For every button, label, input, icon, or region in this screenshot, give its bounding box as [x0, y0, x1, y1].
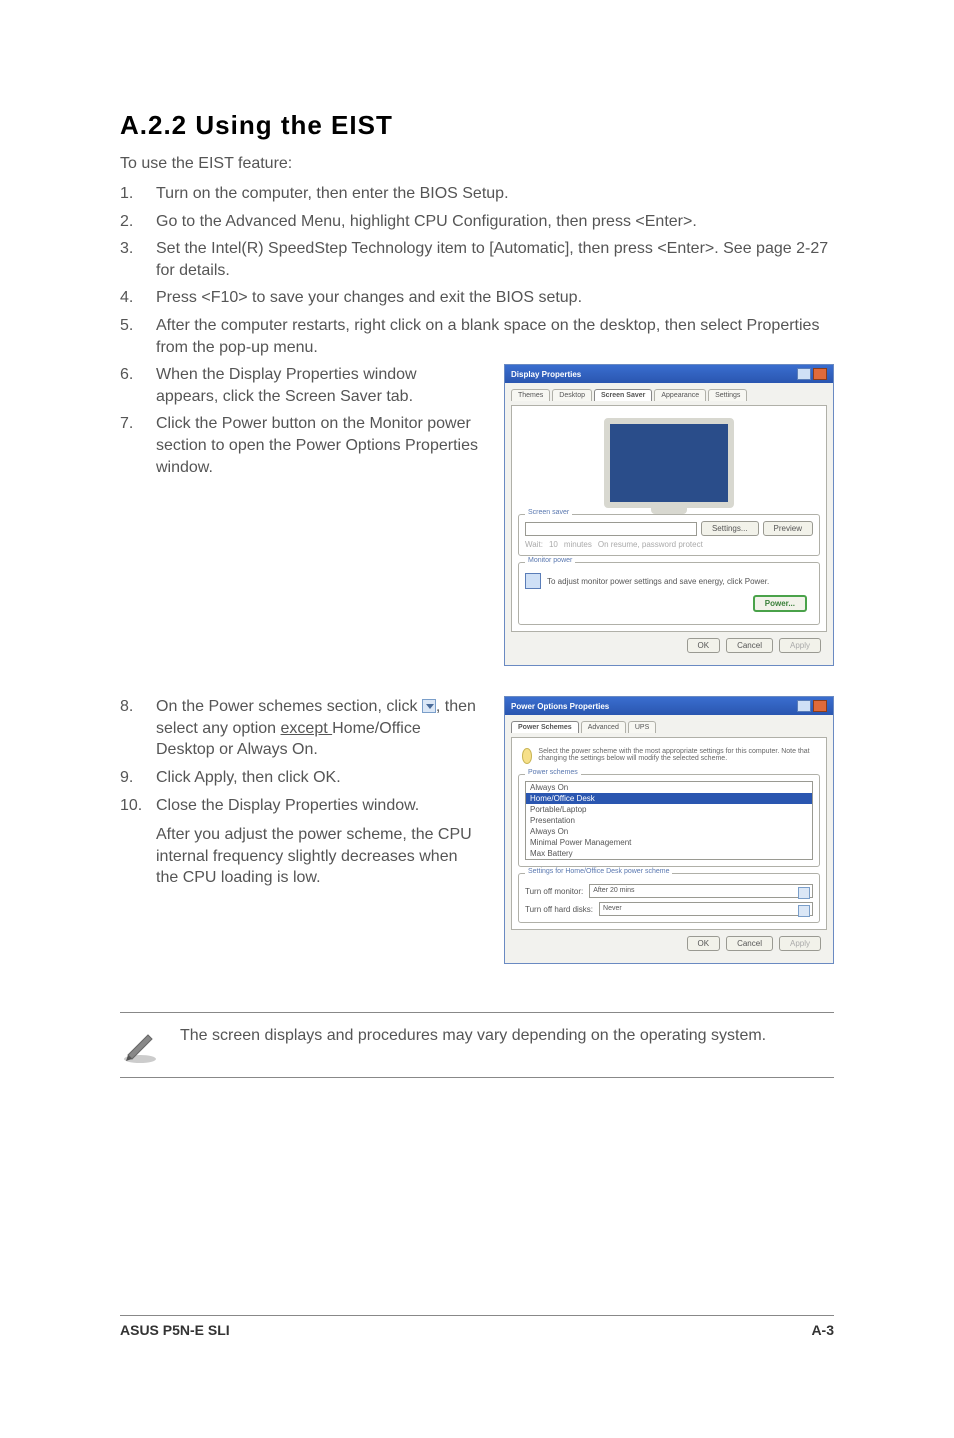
step-item: 4.Press <F10> to save your changes and e…	[120, 287, 834, 309]
monitor-preview	[604, 418, 734, 508]
pencil-icon	[120, 1025, 160, 1065]
screensaver-group-label: Screen saver	[525, 509, 572, 516]
steps-top: 1.Turn on the computer, then enter the B…	[120, 183, 834, 358]
dialog-title: Display Properties	[511, 370, 581, 379]
footer-product: ASUS P5N-E SLI	[120, 1322, 230, 1338]
step-item: 8.On the Power schemes section, click , …	[120, 696, 480, 761]
ok-button[interactable]: OK	[687, 638, 721, 653]
tab-power-schemes[interactable]: Power Schemes	[511, 721, 579, 733]
monitor-icon	[525, 573, 541, 589]
intro-text: To use the EIST feature:	[120, 155, 834, 173]
cancel-button[interactable]: Cancel	[726, 638, 773, 653]
scheme-option[interactable]: Always On	[526, 826, 812, 837]
turn-off-monitor-label: Turn off monitor:	[525, 887, 583, 896]
tab-ups[interactable]: UPS	[628, 721, 656, 733]
tab-advanced[interactable]: Advanced	[581, 721, 626, 733]
step-item: 6.When the Display Properties window app…	[120, 364, 480, 407]
power-options-dialog: Power Options Properties Power SchemesAd…	[504, 696, 834, 964]
turn-off-hd-select[interactable]: Never	[599, 902, 813, 916]
note-text: The screen displays and procedures may v…	[180, 1025, 766, 1047]
help-icon[interactable]	[797, 700, 811, 712]
tab-desktop[interactable]: Desktop	[552, 389, 592, 401]
scheme-option[interactable]: Minimal Power Management	[526, 837, 812, 848]
monitor-power-text: To adjust monitor power settings and sav…	[547, 577, 769, 586]
step-item: 10.Close the Display Properties window.	[120, 795, 480, 817]
settings-button[interactable]: Settings...	[701, 521, 759, 536]
wait-value: 10	[549, 540, 558, 549]
dropdown-icon	[422, 699, 436, 713]
close-icon[interactable]	[813, 700, 827, 712]
scheme-option[interactable]: Always On	[526, 782, 812, 793]
after-adjust-note: After you adjust the power scheme, the C…	[156, 824, 480, 889]
power-schemes-group-label: Power schemes	[525, 769, 581, 776]
power-scheme-select[interactable]: Always OnHome/Office DeskPortable/Laptop…	[525, 781, 813, 860]
turn-off-monitor-select[interactable]: After 20 mins	[589, 884, 813, 898]
tab-themes[interactable]: Themes	[511, 389, 550, 401]
dialog-tabs: Power SchemesAdvancedUPS	[511, 721, 827, 733]
scheme-option[interactable]: Portable/Laptop	[526, 804, 812, 815]
display-properties-dialog: Display Properties ThemesDesktopScreen S…	[504, 364, 834, 666]
resume-checkbox[interactable]: On resume, password protect	[598, 540, 703, 549]
bulb-icon	[522, 748, 532, 764]
section-heading: A.2.2 Using the EIST	[120, 110, 834, 141]
tab-screen-saver[interactable]: Screen Saver	[594, 389, 652, 401]
scheme-option[interactable]: Presentation	[526, 815, 812, 826]
wait-minutes: minutes	[564, 540, 592, 549]
steps-mid: 6.When the Display Properties window app…	[120, 364, 480, 478]
apply-button[interactable]: Apply	[779, 638, 821, 653]
help-icon[interactable]	[797, 368, 811, 380]
scheme-option[interactable]: Home/Office Desk	[526, 793, 812, 804]
power-button[interactable]: Power...	[753, 595, 807, 612]
step-item: 9.Click Apply, then click OK.	[120, 767, 480, 789]
wait-label: Wait:	[525, 540, 543, 549]
apply-button[interactable]: Apply	[779, 936, 821, 951]
turn-off-hd-label: Turn off hard disks:	[525, 905, 593, 914]
cancel-button[interactable]: Cancel	[726, 936, 773, 951]
settings-group-label: Settings for Home/Office Desk power sche…	[525, 868, 672, 875]
scheme-option[interactable]: Max Battery	[526, 848, 812, 859]
tab-settings[interactable]: Settings	[708, 389, 747, 401]
step-item: 2.Go to the Advanced Menu, highlight CPU…	[120, 211, 834, 233]
tab-appearance[interactable]: Appearance	[654, 389, 706, 401]
step-item: 1.Turn on the computer, then enter the B…	[120, 183, 834, 205]
monitor-power-group-label: Monitor power	[525, 557, 575, 564]
dialog-title: Power Options Properties	[511, 702, 609, 711]
page-number: A-3	[811, 1322, 834, 1338]
step-item: 5.After the computer restarts, right cli…	[120, 315, 834, 358]
dialog-tabs: ThemesDesktopScreen SaverAppearanceSetti…	[511, 389, 827, 401]
step-item: 7.Click the Power button on the Monitor …	[120, 413, 480, 478]
step-item: 3.Set the Intel(R) SpeedStep Technology …	[120, 238, 834, 281]
ok-button[interactable]: OK	[687, 936, 721, 951]
close-icon[interactable]	[813, 368, 827, 380]
screensaver-select[interactable]	[525, 522, 697, 536]
steps-bottom: 8.On the Power schemes section, click , …	[120, 696, 480, 816]
preview-button[interactable]: Preview	[763, 521, 813, 536]
power-tip-text: Select the power scheme with the most ap…	[538, 748, 816, 762]
